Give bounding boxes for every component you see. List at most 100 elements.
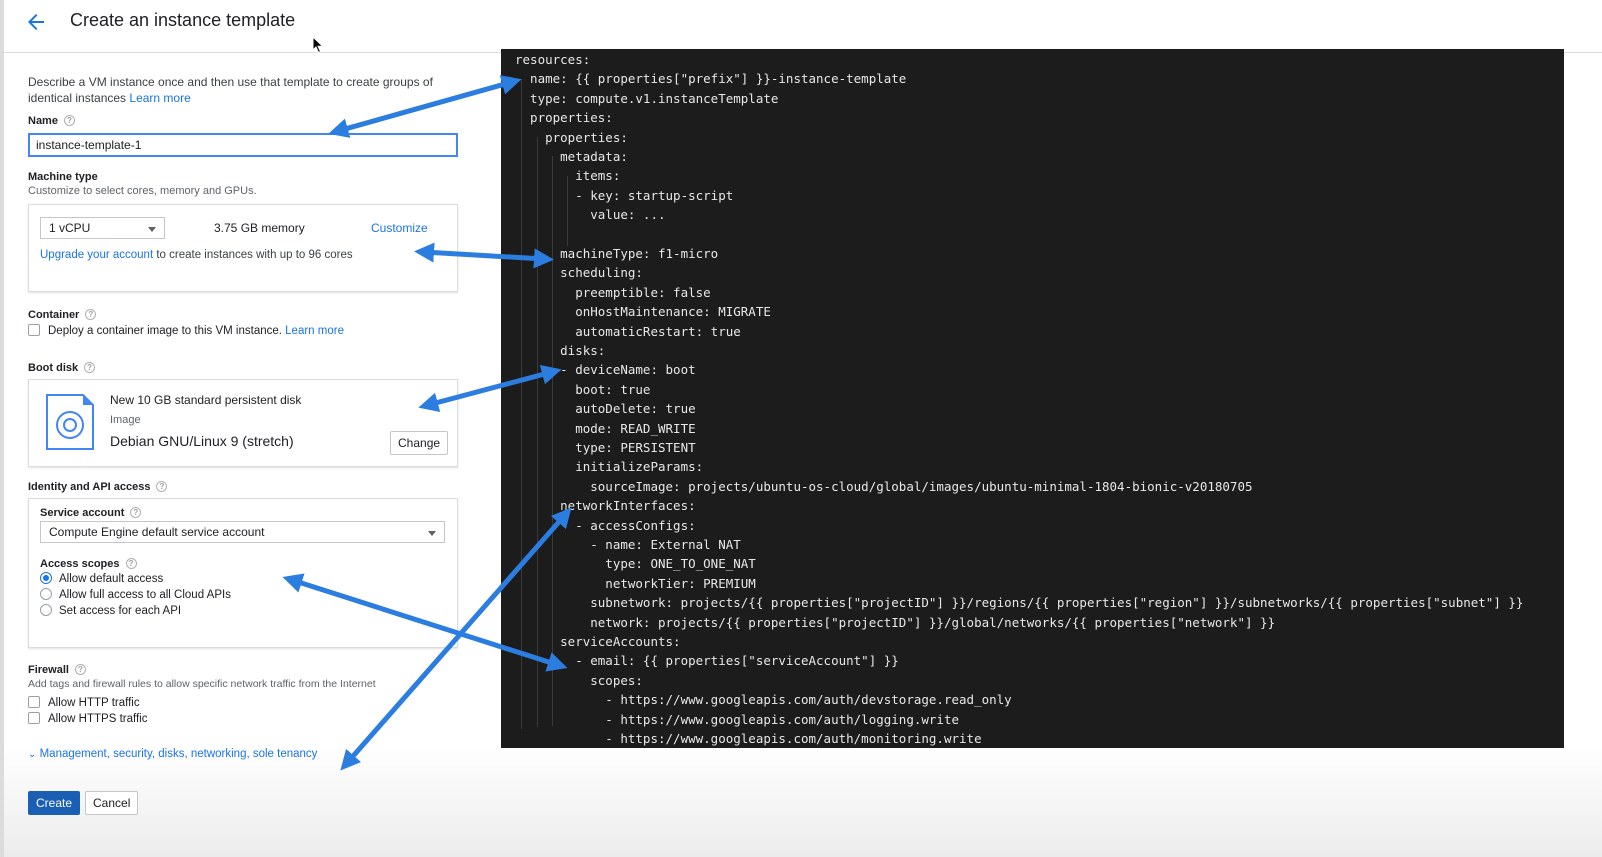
- help-icon[interactable]: ?: [74, 664, 86, 675]
- https-row: Allow HTTPS traffic: [28, 712, 147, 725]
- help-icon[interactable]: ?: [125, 558, 137, 569]
- help-icon[interactable]: ?: [63, 115, 75, 126]
- service-account-label: Service account?: [40, 507, 142, 519]
- back-arrow-icon[interactable]: [24, 10, 48, 34]
- code-line: properties:: [515, 129, 628, 145]
- machine-type-card: 1 vCPU 3.75 GB memory Customize Upgrade …: [28, 204, 458, 292]
- https-checkbox[interactable]: [28, 712, 40, 724]
- code-line: initializeParams:: [515, 459, 704, 475]
- learn-more-link[interactable]: Learn more: [129, 91, 190, 105]
- cpu-select[interactable]: 1 vCPU: [40, 217, 165, 239]
- http-checkbox[interactable]: [28, 696, 40, 708]
- chevron-down-icon: [148, 227, 156, 232]
- code-line: type: PERSISTENT: [515, 440, 696, 455]
- firewall-label: Firewall?: [28, 664, 86, 676]
- firewall-label-text: Firewall: [28, 664, 69, 676]
- image-label: Image: [110, 414, 141, 426]
- scope-option-label: Set access for each API: [59, 605, 182, 617]
- code-line: autoDelete: true: [515, 401, 696, 417]
- code-line: mode: READ_WRITE: [515, 420, 696, 436]
- help-icon[interactable]: ?: [85, 309, 97, 320]
- radio-icon[interactable]: [40, 604, 52, 616]
- service-account-label-text: Service account: [40, 507, 125, 519]
- name-label: Name?: [28, 115, 75, 127]
- container-learn-more-link[interactable]: Learn more: [285, 325, 344, 337]
- code-line: disks:: [515, 343, 606, 358]
- code-line: - deviceName: boot: [515, 362, 696, 378]
- code-line: items:: [515, 168, 621, 184]
- double-chevron-down-icon: ⌄: [28, 749, 37, 760]
- upgrade-text: to create instances with up to 96 cores: [153, 249, 353, 261]
- code-line: scopes:: [515, 672, 643, 688]
- customize-link[interactable]: Customize: [371, 221, 428, 235]
- scope-option-label: Allow full access to all Cloud APIs: [59, 589, 231, 601]
- more-options-link[interactable]: ⌄ Management, security, disks, networkin…: [28, 748, 317, 760]
- container-label-text: Container: [28, 309, 80, 321]
- code-line: subnetwork: projects/{{ properties["proj…: [515, 595, 1524, 611]
- help-icon[interactable]: ?: [84, 362, 96, 373]
- name-input[interactable]: instance-template-1: [28, 133, 458, 157]
- page-title: Create an instance template: [70, 10, 296, 30]
- container-label: Container?: [28, 309, 97, 321]
- change-button[interactable]: Change: [390, 431, 449, 455]
- boot-disk-label: Boot disk?: [28, 362, 96, 374]
- machine-type-label: Machine type: [28, 171, 98, 183]
- scope-option-default[interactable]: Allow default access: [40, 572, 163, 585]
- http-row: Allow HTTP traffic: [28, 696, 140, 709]
- http-label: Allow HTTP traffic: [48, 697, 140, 709]
- https-label: Allow HTTPS traffic: [48, 713, 148, 725]
- container-checkbox[interactable]: [28, 324, 40, 336]
- code-line: preemptible: false: [515, 284, 711, 300]
- code-line: value: ...: [515, 207, 666, 223]
- mouse-cursor-icon: [312, 36, 324, 54]
- scope-option-label: Allow default access: [59, 573, 164, 585]
- code-line: networkInterfaces:: [515, 498, 696, 514]
- code-line: - name: External NAT: [515, 537, 741, 552]
- boot-disk-label-text: Boot disk: [28, 362, 79, 374]
- identity-label: Identity and API access?: [28, 481, 168, 493]
- top-bar: Create an instance template: [4, 0, 1602, 54]
- disk-icon: [46, 394, 94, 450]
- machine-type-hint: Customize to select cores, memory and GP…: [28, 185, 257, 197]
- code-line: serviceAccounts:: [515, 634, 681, 649]
- help-icon[interactable]: ?: [156, 481, 168, 492]
- code-line: - key: startup-script: [515, 187, 734, 203]
- memory-value: 3.75 GB memory: [214, 221, 305, 235]
- code-line: network: projects/{{ properties["project…: [515, 614, 1276, 630]
- radio-icon[interactable]: [40, 588, 52, 600]
- image-value: Debian GNU/Linux 9 (stretch): [110, 433, 294, 449]
- cpu-select-value: 1 vCPU: [49, 221, 91, 235]
- code-line: - https://www.googleapis.com/auth/devsto…: [515, 692, 1012, 708]
- help-icon[interactable]: ?: [130, 507, 142, 518]
- service-account-select[interactable]: Compute Engine default service account: [40, 521, 445, 543]
- boot-disk-title: New 10 GB standard persistent disk: [110, 393, 302, 407]
- code-line: - https://www.googleapis.com/auth/monito…: [515, 731, 982, 746]
- radio-selected-icon[interactable]: [40, 572, 52, 584]
- code-line: - name: {{ properties["prefix"] }}-insta…: [515, 71, 907, 87]
- boot-disk-card: New 10 GB standard persistent disk Image…: [28, 379, 458, 467]
- code-line: - accessConfigs:: [515, 517, 696, 533]
- code-line: type: compute.v1.instanceTemplate: [515, 90, 779, 106]
- name-label-text: Name: [28, 115, 58, 127]
- upgrade-account-link[interactable]: Upgrade your account: [40, 249, 153, 261]
- more-options-text: Management, security, disks, networking,…: [39, 748, 318, 760]
- code-line: automaticRestart: true: [515, 323, 741, 339]
- code-line: sourceImage: projects/ubuntu-os-cloud/gl…: [515, 478, 1253, 494]
- code-line: - email: {{ properties["serviceAccount"]…: [515, 653, 899, 669]
- code-line: boot: true: [515, 381, 651, 397]
- form-description: Describe a VM instance once and then use…: [28, 74, 458, 106]
- create-button[interactable]: Create: [28, 791, 81, 815]
- upgrade-row: Upgrade your account to create instances…: [40, 249, 353, 261]
- identity-label-text: Identity and API access: [28, 481, 151, 493]
- cancel-button[interactable]: Cancel: [85, 791, 139, 815]
- scope-option-full[interactable]: Allow full access to all Cloud APIs: [40, 588, 231, 601]
- code-line: scheduling:: [515, 265, 643, 281]
- scope-option-each[interactable]: Set access for each API: [40, 604, 181, 617]
- code-line: onHostMaintenance: MIGRATE: [515, 304, 771, 320]
- left-edge-strip: [0, 0, 4, 857]
- bottom-shade: [4, 745, 1602, 857]
- access-scopes-label: Access scopes?: [40, 558, 137, 570]
- chevron-down-icon: [428, 531, 436, 536]
- firewall-hint: Add tags and firewall rules to allow spe…: [28, 678, 376, 690]
- service-account-value: Compute Engine default service account: [49, 525, 265, 539]
